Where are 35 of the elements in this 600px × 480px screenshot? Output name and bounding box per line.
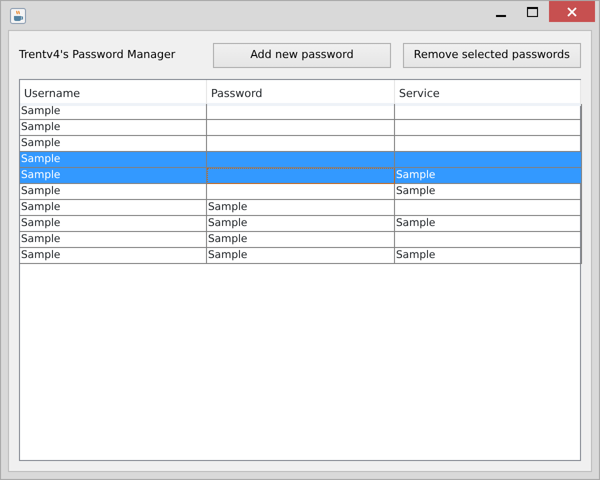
table-cell[interactable]: Sample: [207, 248, 395, 264]
table-cell[interactable]: Sample: [395, 248, 582, 264]
table-cell[interactable]: [207, 104, 395, 120]
table-cell[interactable]: [395, 232, 582, 248]
table-cell[interactable]: Sample: [20, 120, 207, 136]
table-cell[interactable]: Sample: [207, 216, 395, 232]
java-cup-icon: [10, 8, 26, 24]
table-cell[interactable]: Sample: [395, 184, 582, 200]
table-cell[interactable]: [207, 168, 395, 184]
add-password-button[interactable]: Add new password: [213, 42, 391, 68]
table-cell[interactable]: Sample: [207, 232, 395, 248]
table-cell[interactable]: Sample: [20, 248, 207, 264]
table-cell[interactable]: Sample: [20, 184, 207, 200]
table-cell[interactable]: [207, 184, 395, 200]
table-cell[interactable]: Sample: [20, 216, 207, 232]
table-cell[interactable]: [395, 152, 582, 168]
table-cell[interactable]: Sample: [20, 200, 207, 216]
table-cell[interactable]: [207, 120, 395, 136]
close-button[interactable]: [549, 1, 595, 22]
maximize-icon: [526, 6, 538, 16]
remove-passwords-button[interactable]: Remove selected passwords: [402, 42, 581, 68]
table-cell[interactable]: Sample: [20, 232, 207, 248]
column-header[interactable]: Service: [395, 80, 581, 106]
column-header[interactable]: Username: [20, 80, 207, 106]
close-icon: [567, 6, 577, 16]
table-cell[interactable]: [207, 152, 395, 168]
table-cell[interactable]: Sample: [395, 216, 582, 232]
table-cell[interactable]: [395, 120, 582, 136]
table-cell[interactable]: Sample: [207, 200, 395, 216]
column-header[interactable]: Password: [207, 80, 395, 106]
table-cell[interactable]: [395, 104, 582, 120]
app-title: Trentv4's Password Manager: [19, 46, 176, 63]
table-cell[interactable]: [395, 200, 582, 216]
minimize-icon: [496, 14, 506, 16]
table-cell[interactable]: Sample: [20, 104, 207, 120]
